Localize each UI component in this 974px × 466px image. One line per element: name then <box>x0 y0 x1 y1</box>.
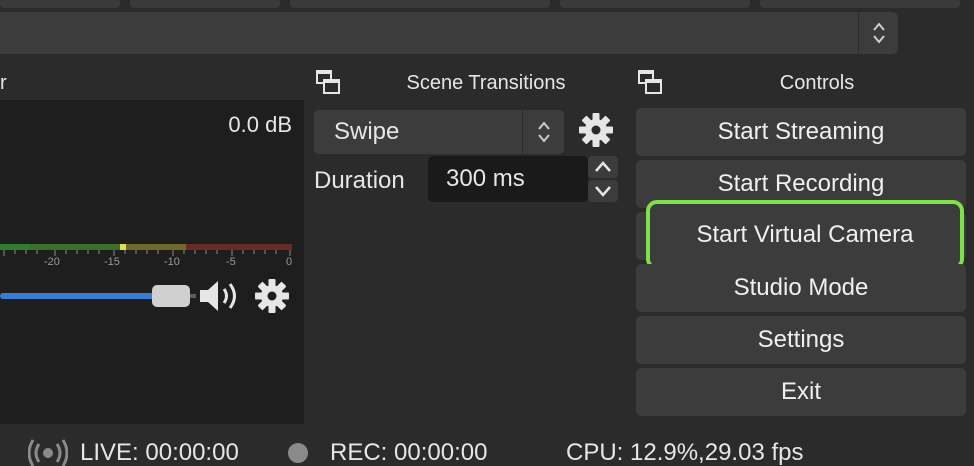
start-recording-button[interactable]: Start Recording <box>636 160 966 208</box>
transition-select[interactable]: Swipe <box>314 110 564 154</box>
toolbar-segment <box>760 0 960 8</box>
mixer-header: r <box>0 66 304 100</box>
stepper-up-button[interactable] <box>588 156 618 178</box>
cpu-fps: CPU: 12.9%,29.03 fps <box>566 439 804 466</box>
audio-mixer: 0.0 dB -20 -15 -10 -5 0 <box>0 100 304 424</box>
studio-mode-button[interactable]: Studio Mode <box>636 264 966 312</box>
toolbar-segment <box>130 0 280 8</box>
meter-tick-label: -10 <box>164 256 180 268</box>
meter-scale: -20 -15 -10 -5 0 <box>0 250 296 272</box>
chevron-up-icon <box>595 161 611 172</box>
controls-header: Controls <box>630 66 974 100</box>
up-down-chevron-icon[interactable] <box>522 110 564 154</box>
duration-stepper[interactable] <box>588 156 618 202</box>
start-virtual-camera-button[interactable]: Start Virtual Camera <box>646 200 964 270</box>
gear-icon[interactable] <box>254 278 290 314</box>
audio-level-label: 0.0 dB <box>228 112 292 137</box>
controls-panel: Start Streaming Start Recording Start Vi… <box>630 100 974 424</box>
volume-slider-handle[interactable] <box>152 285 190 307</box>
top-strip <box>0 0 974 60</box>
exit-button[interactable]: Exit <box>636 368 966 416</box>
live-time: LIVE: 00:00:00 <box>80 439 239 466</box>
cpu-status: CPU: 12.9%,29.03 fps <box>566 438 803 466</box>
mixer-header-title: r <box>0 71 7 94</box>
broadcast-icon <box>28 439 68 466</box>
toolbar-segment <box>0 0 120 8</box>
status-bar: LIVE: 00:00:00 REC: 00:00:00 CPU: 12.9%,… <box>0 424 974 466</box>
scene-transitions-panel: Swipe Duration 300 ms <box>308 100 626 424</box>
undock-icon[interactable] <box>636 68 664 96</box>
toolbar-segment <box>560 0 750 8</box>
controls-title: Controls <box>779 71 855 94</box>
speaker-icon[interactable] <box>198 278 246 314</box>
volume-slider-fill[interactable] <box>0 293 160 299</box>
chevron-down-icon <box>595 186 611 197</box>
undock-icon[interactable] <box>314 68 342 96</box>
meter-tick-label: 0 <box>286 256 293 268</box>
scene-transitions-header: Scene Transitions <box>308 66 626 100</box>
up-down-chevron-icon[interactable] <box>858 12 898 54</box>
live-status: LIVE: 00:00:00 <box>28 438 239 466</box>
transition-select-value: Swipe <box>334 118 400 145</box>
meter-tick-label: -15 <box>104 256 120 268</box>
stepper-down-button[interactable] <box>588 180 618 202</box>
settings-button[interactable]: Settings <box>636 316 966 364</box>
scene-transitions-title: Scene Transitions <box>406 71 566 94</box>
rec-status: REC: 00:00:00 <box>288 438 487 466</box>
toolbar-segment <box>290 0 550 8</box>
meter-tick-label: -5 <box>226 256 236 268</box>
rec-time: REC: 00:00:00 <box>330 439 488 466</box>
gear-icon[interactable] <box>578 112 614 148</box>
duration-value: 300 ms <box>446 165 525 192</box>
meter-tick-label: -20 <box>44 256 60 268</box>
duration-input[interactable]: 300 ms <box>428 156 588 202</box>
duration-label: Duration <box>314 167 405 194</box>
start-streaming-button[interactable]: Start Streaming <box>636 108 966 156</box>
record-dot-icon <box>288 443 308 463</box>
top-dropdown[interactable] <box>0 12 898 54</box>
